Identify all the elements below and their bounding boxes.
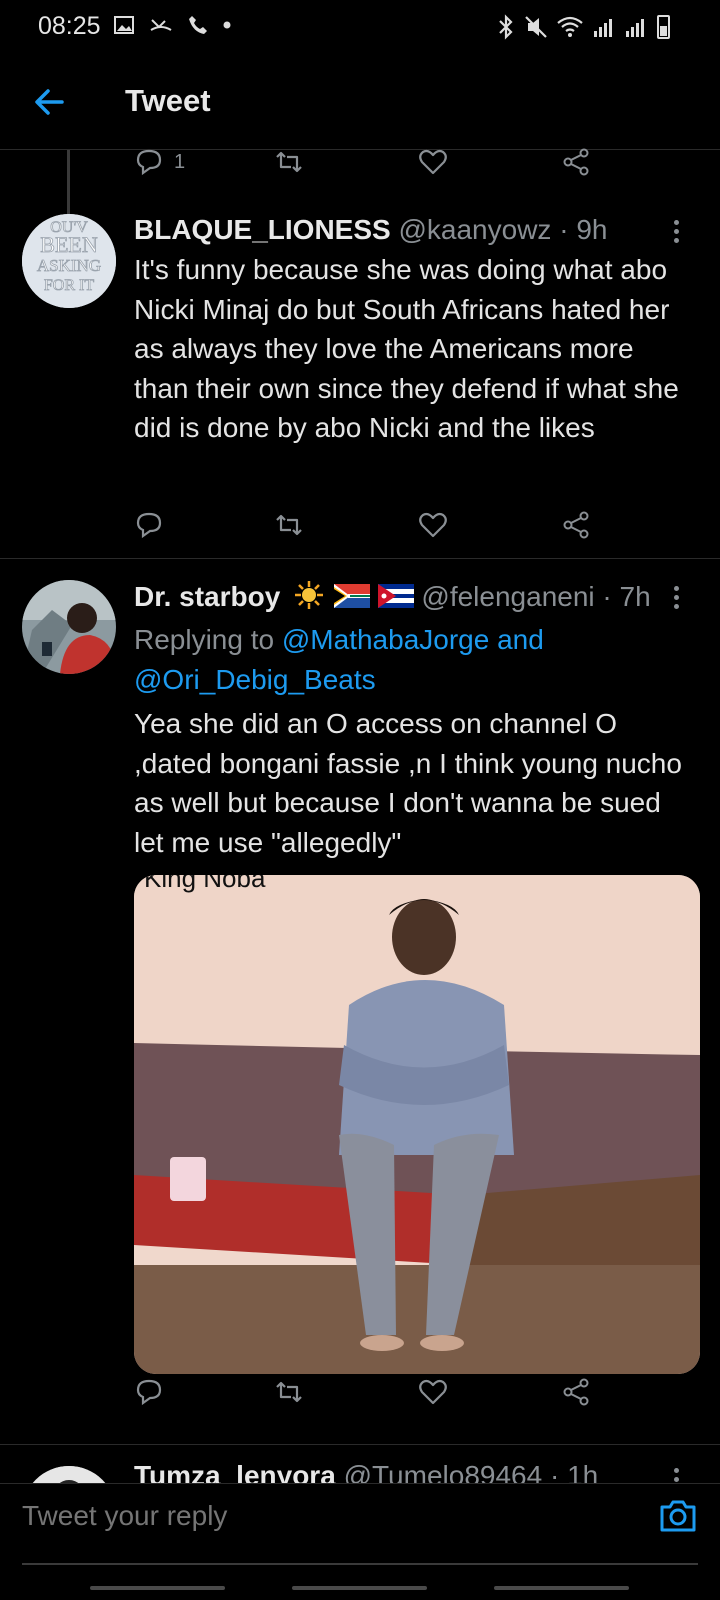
- share-button[interactable]: [561, 505, 591, 545]
- notification-dot-icon: [223, 21, 231, 29]
- tweet-text: Yea she did an O access on channel O ,da…: [134, 708, 682, 858]
- svg-text:BEEN: BEEN: [40, 232, 98, 257]
- tweet-header: Dr. starboy @felenganeni · 7h: [134, 580, 670, 613]
- retweet-button[interactable]: [274, 505, 304, 545]
- like-button[interactable]: [418, 505, 448, 545]
- reply-button[interactable]: [134, 505, 164, 545]
- status-right-icons: [496, 14, 648, 40]
- mention-link[interactable]: @MathabaJorge and: [282, 624, 544, 655]
- action-bar: [134, 505, 614, 545]
- media-photo: King Noba: [134, 875, 700, 1374]
- reply-icon: [136, 512, 162, 539]
- status-bar: 08:25: [0, 0, 720, 60]
- tweet-time: 7h: [619, 581, 651, 612]
- mention-link-2[interactable]: @Ori_Debig_Beats: [134, 664, 376, 695]
- retweet-icon: [276, 514, 302, 536]
- avatar-image: [22, 580, 116, 674]
- reply-count: 1: [174, 150, 186, 173]
- tweet-media-image[interactable]: King Noba: [134, 875, 700, 1374]
- sun-emoji-icon: [295, 581, 324, 609]
- dot-separator: ·: [602, 581, 612, 612]
- retweet-button[interactable]: [274, 1372, 304, 1412]
- share-icon: [563, 1378, 589, 1406]
- back-arrow-icon[interactable]: [30, 82, 70, 122]
- reply-underline: [22, 1563, 698, 1565]
- header: Tweet: [0, 60, 720, 150]
- share-button[interactable]: [561, 142, 591, 182]
- like-button[interactable]: [418, 142, 448, 182]
- like-button[interactable]: [418, 1372, 448, 1412]
- divider: [0, 1444, 720, 1445]
- missed-call-icon: [150, 19, 172, 31]
- svg-text:ASKING: ASKING: [37, 256, 101, 275]
- more-options-icon[interactable]: [672, 586, 680, 616]
- dot-separator: ·: [559, 214, 569, 245]
- avatar-image: OU'V BEEN ASKING FOR IT: [22, 214, 116, 308]
- divider: [0, 558, 720, 559]
- display-name[interactable]: BLAQUE_LIONESS: [134, 214, 391, 245]
- retweet-icon: [276, 1381, 302, 1403]
- tweet-time: 9h: [576, 214, 608, 245]
- replying-to: Replying to @MathabaJorge and @Ori_Debig…: [134, 620, 620, 699]
- user-handle[interactable]: @kaanyowz: [398, 214, 551, 245]
- bluetooth-icon: [499, 14, 513, 40]
- battery-icon: [657, 15, 670, 39]
- status-time: 08:25: [38, 12, 101, 40]
- cuba-flag-icon: [377, 584, 414, 608]
- south-africa-flag-icon: [333, 584, 370, 608]
- reply-button[interactable]: 1: [134, 142, 185, 182]
- avatar[interactable]: OU'V BEEN ASKING FOR IT: [22, 214, 116, 308]
- page-title: Tweet: [125, 83, 211, 118]
- heart-icon: [419, 149, 447, 175]
- tweet-header: BLAQUE_LIONESS @kaanyowz · 9h: [134, 214, 670, 246]
- nav-bar-recent[interactable]: [90, 1586, 225, 1590]
- signal-icon: [594, 19, 612, 37]
- display-name[interactable]: Dr. starboy: [134, 581, 280, 612]
- thread-line: [67, 150, 70, 214]
- reply-icon: [136, 1379, 162, 1406]
- gallery-icon: [114, 16, 134, 34]
- heart-icon: [419, 512, 447, 538]
- signal-icon-2: [626, 19, 644, 37]
- status-left-icons: [113, 14, 231, 36]
- retweet-icon: [276, 151, 302, 173]
- avatar[interactable]: [22, 580, 116, 674]
- share-icon: [563, 148, 589, 176]
- media-caption: King Noba: [144, 875, 266, 893]
- action-bar: [134, 1372, 614, 1412]
- share-button[interactable]: [561, 1372, 591, 1412]
- camera-icon[interactable]: [658, 1498, 698, 1534]
- phone-icon: [189, 16, 207, 34]
- mute-icon: [525, 16, 547, 38]
- replying-to-label: Replying to: [134, 624, 275, 655]
- reply-bar: [0, 1483, 720, 1600]
- user-handle[interactable]: @felenganeni: [421, 581, 594, 612]
- svg-text:FOR IT: FOR IT: [44, 277, 94, 294]
- share-icon: [563, 511, 589, 539]
- retweet-button[interactable]: [274, 142, 304, 182]
- tweet-text: It's funny because she was doing what ab…: [134, 254, 679, 443]
- nav-bar-home[interactable]: [292, 1586, 427, 1590]
- more-options-icon[interactable]: [672, 220, 680, 250]
- reply-input[interactable]: [22, 1496, 642, 1536]
- reply-button[interactable]: [134, 1372, 164, 1412]
- heart-icon: [419, 1379, 447, 1405]
- wifi-icon: [557, 16, 583, 37]
- action-bar-parent: 1: [134, 142, 614, 182]
- nav-bar-back[interactable]: [494, 1586, 629, 1590]
- reply-icon: [136, 149, 162, 176]
